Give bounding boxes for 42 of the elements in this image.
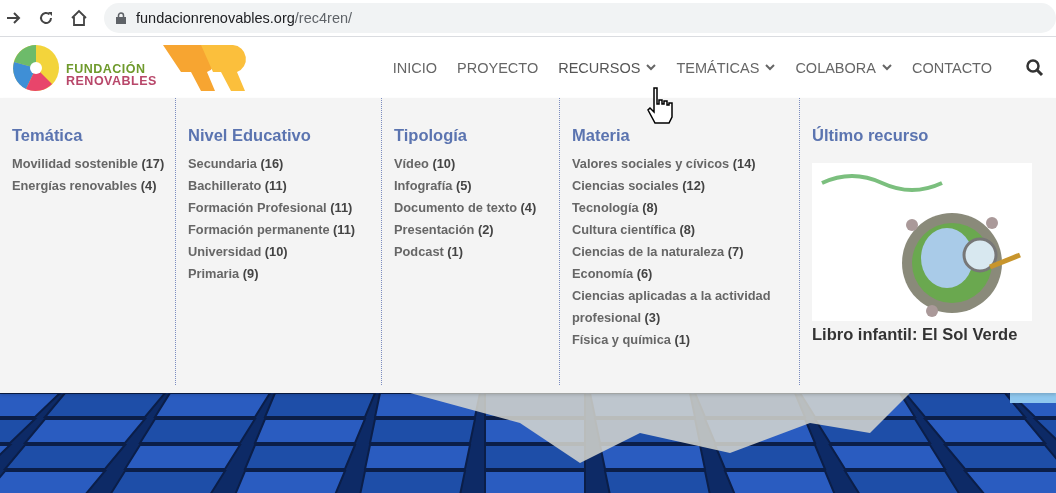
- nav-link[interactable]: PROYECTO: [447, 59, 549, 76]
- nav-link[interactable]: COLABORA: [785, 59, 902, 76]
- menu-link[interactable]: Valores sociales y cívicos (14): [572, 153, 756, 175]
- menu-link[interactable]: Bachillerato (11): [188, 175, 287, 197]
- resource-link[interactable]: Libro infantil: El Sol Verde: [812, 325, 1018, 344]
- logo-text: FUNDACIÓN RENOVABLES: [66, 62, 157, 87]
- swirl-logo-icon: [12, 43, 60, 92]
- menu-link[interactable]: Formación Profesional (11): [188, 197, 353, 219]
- menu-link[interactable]: Ciencias sociales (12): [572, 175, 706, 197]
- nav-link[interactable]: TEMÁTICAS: [666, 59, 786, 76]
- menu-link[interactable]: Infografía (5): [394, 175, 472, 197]
- menu-link[interactable]: Secundaria (16): [188, 153, 284, 175]
- reload-icon[interactable]: [38, 10, 54, 26]
- menu-link[interactable]: Primaria (9): [188, 263, 259, 285]
- menu-link[interactable]: Documento de texto (4): [394, 197, 537, 219]
- column-heading: Materia: [572, 126, 630, 145]
- nav-link[interactable]: INICIO: [382, 59, 448, 76]
- menu-link[interactable]: Ciencias de la naturaleza (7): [572, 241, 744, 263]
- nav-link[interactable]: CONTACTO: [901, 59, 1002, 76]
- menu-link[interactable]: Física y química (1): [572, 329, 691, 351]
- home-icon[interactable]: [70, 9, 88, 27]
- menu-link[interactable]: Energías renovables (4): [12, 175, 157, 197]
- menu-link[interactable]: Ciencias aplicadas a la actividad profesional (3): [572, 285, 797, 329]
- lock-icon: [116, 12, 126, 24]
- search-icon[interactable]: [1026, 58, 1044, 77]
- nav-link[interactable]: RECURSOS: [548, 59, 667, 76]
- column-heading: Nivel Educativo: [188, 126, 311, 145]
- column-heading: Último recurso: [812, 126, 929, 145]
- column-heading: Tipología: [394, 126, 468, 145]
- menu-link[interactable]: Vídeo (10): [394, 153, 456, 175]
- url-text: fundacionrenovables.org/rec4ren/: [136, 10, 353, 26]
- menu-link[interactable]: Movilidad sostenible (17): [12, 153, 165, 175]
- menu-link[interactable]: Presentación (2): [394, 219, 494, 241]
- menu-link[interactable]: Cultura científica (8): [572, 219, 696, 241]
- address-bar[interactable]: fundacionrenovables.org/rec4ren/: [104, 3, 1056, 33]
- menu-link[interactable]: Formación permanente (11): [188, 219, 356, 241]
- column-heading: Temática: [12, 126, 83, 145]
- menu-link[interactable]: Economía (6): [572, 263, 653, 285]
- menu-link[interactable]: Tecnología (8): [572, 197, 658, 219]
- menu-link[interactable]: Universidad (10): [188, 241, 288, 263]
- forward-icon[interactable]: [6, 10, 22, 26]
- menu-link[interactable]: Podcast (1): [394, 241, 463, 263]
